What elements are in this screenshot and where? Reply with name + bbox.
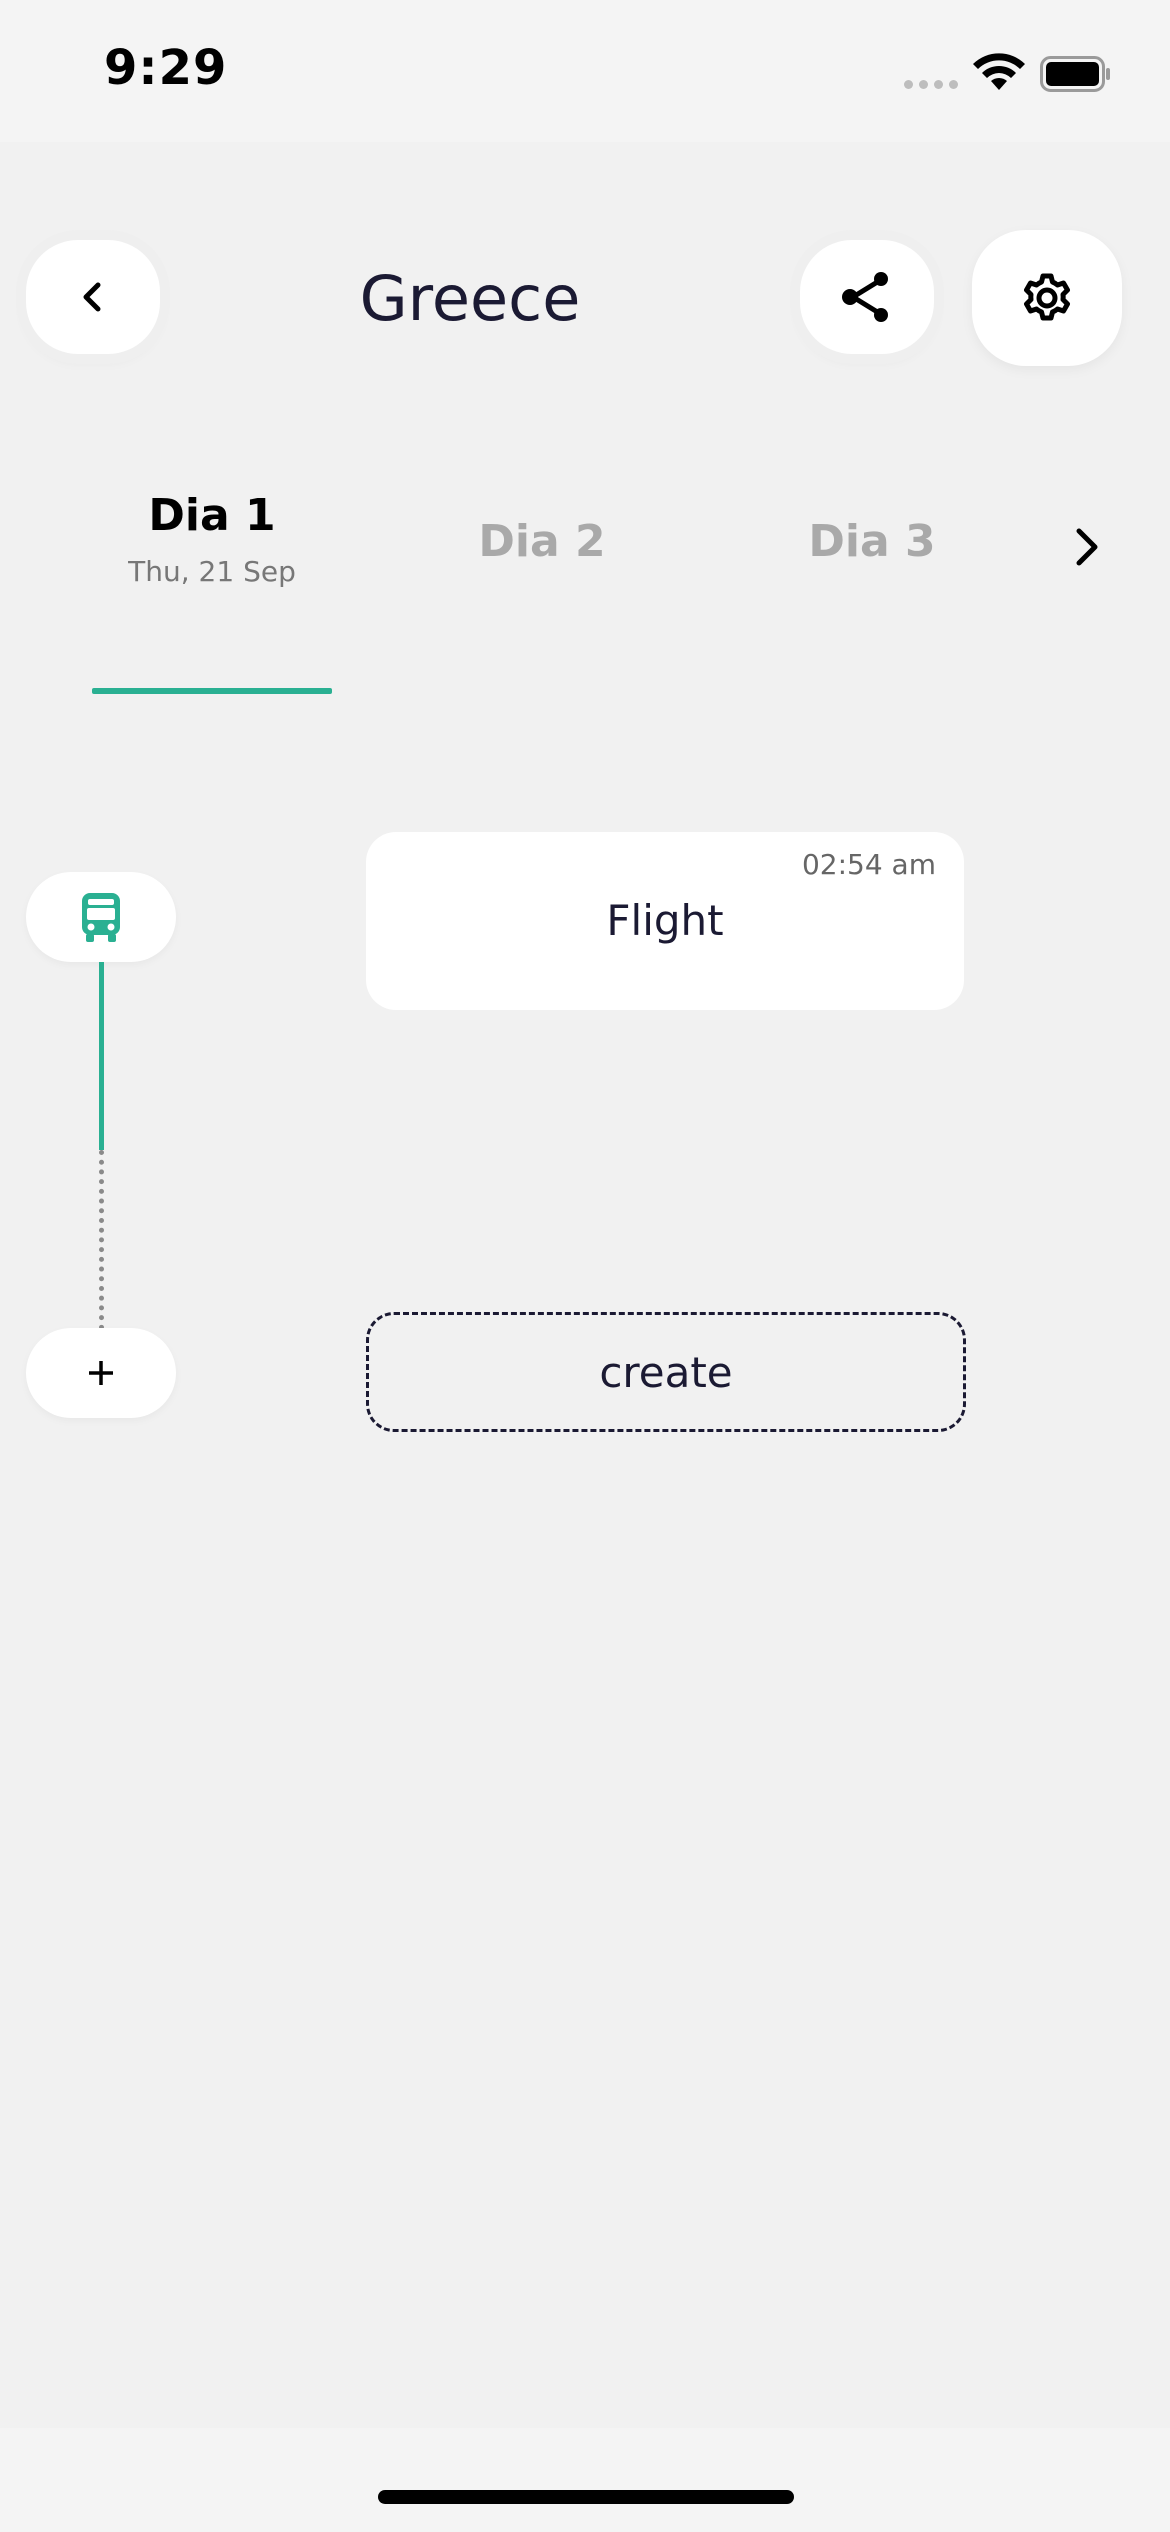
activity-card[interactable]: 02:54 am Flight [366,832,964,1010]
bus-icon [82,893,120,942]
activity-time: 02:54 am [801,848,936,881]
home-bar-area [0,2428,1170,2532]
chevron-left-icon [83,282,101,312]
chevron-right-icon[interactable] [1062,522,1112,572]
plus-icon [89,1361,113,1385]
tab-dia-1[interactable]: Dia 1 Thu, 21 Sep [92,490,332,588]
tab-dia-2[interactable]: Dia 2 [422,516,662,567]
status-time: 9:29 [104,40,228,96]
tab-dia-1-date: Thu, 21 Sep [128,555,296,588]
activity-title: Flight [606,896,724,945]
timeline-bus-marker[interactable] [26,872,176,962]
back-button[interactable] [26,240,160,354]
cellular-signal-icon [904,80,958,89]
tab-dia-3-label: Dia 3 [808,516,936,567]
create-button[interactable]: create [366,1312,966,1432]
wifi-icon [973,53,1025,90]
active-tab-indicator [92,688,332,694]
share-button[interactable] [800,240,934,354]
gear-icon [1024,273,1070,321]
timeline-dotted-line [99,1150,104,1330]
home-indicator[interactable] [378,2490,794,2504]
tab-dia-3[interactable]: Dia 3 [752,516,992,567]
tab-dia-2-label: Dia 2 [478,516,606,567]
battery-icon [1040,56,1110,92]
share-icon [842,272,888,322]
page-title: Greece [359,262,581,335]
tab-dia-1-label: Dia 1 [148,490,276,541]
timeline-add-button[interactable] [26,1328,176,1418]
status-bar: 9:29 [0,0,1170,142]
timeline-line [99,962,104,1150]
settings-button[interactable] [972,230,1122,366]
